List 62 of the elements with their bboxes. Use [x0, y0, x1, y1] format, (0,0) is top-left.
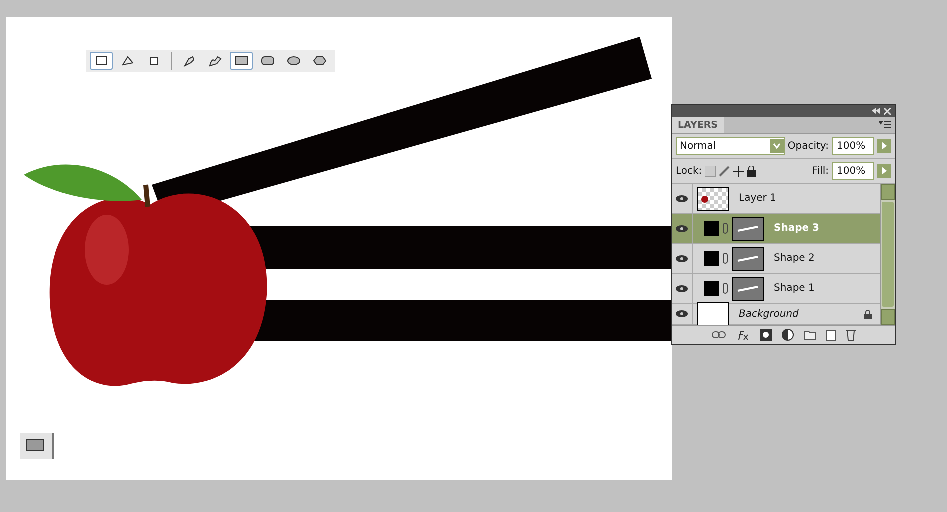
- fill-label: Fill:: [812, 166, 829, 176]
- move-icon[interactable]: [733, 166, 744, 176]
- lock-icon[interactable]: [747, 166, 756, 176]
- link-icon: [723, 253, 728, 264]
- layer-row[interactable]: Shape 2: [672, 244, 880, 274]
- color-swatch: [704, 251, 719, 266]
- link-icon: [723, 283, 728, 294]
- ellipse-icon: [286, 55, 300, 67]
- opacity-field[interactable]: 100%: [832, 137, 874, 155]
- line-shape-icon: [736, 224, 760, 232]
- mask-icon[interactable]: [760, 329, 772, 341]
- layer-row[interactable]: Layer 1: [672, 184, 880, 214]
- layer-name: Background: [739, 308, 799, 320]
- trash-icon[interactable]: [846, 329, 856, 341]
- layer-name: Shape 2: [774, 253, 815, 264]
- eye-icon[interactable]: [676, 194, 688, 202]
- eye-icon[interactable]: [676, 254, 688, 262]
- triangle-right-icon: [882, 142, 886, 150]
- layer-row[interactable]: Background: [672, 304, 880, 325]
- opacity-label: Opacity:: [788, 140, 829, 152]
- layer-row[interactable]: Shape 1: [672, 274, 880, 304]
- color-swatch: [704, 281, 719, 296]
- triangle-right-icon: [882, 167, 886, 175]
- polygon-icon: [312, 55, 326, 67]
- rectangle-icon: [234, 55, 248, 67]
- fill-arrow-button[interactable]: [877, 164, 891, 178]
- fill-field[interactable]: 100%: [832, 162, 874, 180]
- tool-preset-button[interactable]: [20, 433, 54, 459]
- layer-name: Shape 3: [774, 223, 820, 234]
- layer-name: Shape 1: [774, 283, 815, 294]
- scrollbar[interactable]: [880, 184, 895, 325]
- layer-name: Layer 1: [739, 193, 776, 204]
- new-layer-icon[interactable]: [826, 330, 836, 340]
- adjustment-icon[interactable]: [782, 329, 794, 341]
- line-shape-icon: [736, 284, 760, 292]
- line-shape-icon: [736, 254, 760, 262]
- tool-button[interactable]: [90, 52, 113, 70]
- tool-button[interactable]: [230, 52, 253, 70]
- lock-icon: [864, 310, 872, 318]
- folder-icon[interactable]: [804, 330, 816, 340]
- layer-thumbnail: [697, 302, 729, 325]
- link-icon[interactable]: [712, 331, 726, 339]
- pen-icon: [182, 55, 196, 67]
- rectangle-icon: [25, 438, 47, 454]
- fx-icon[interactable]: [736, 329, 750, 341]
- eye-icon[interactable]: [676, 284, 688, 292]
- lock-label: Lock:: [676, 166, 702, 176]
- panel-menu-icon[interactable]: [879, 121, 891, 129]
- eye-icon[interactable]: [676, 224, 688, 232]
- link-icon: [723, 223, 728, 234]
- color-swatch: [704, 221, 719, 236]
- layers-tab[interactable]: LAYERS: [672, 117, 724, 133]
- eye-icon[interactable]: [676, 310, 688, 318]
- collapse-icon[interactable]: [872, 106, 880, 116]
- apple-icon: [701, 194, 709, 202]
- close-icon[interactable]: [884, 108, 891, 114]
- blend-mode-dropdown[interactable]: Normal: [676, 137, 785, 155]
- freeform-pen-icon: [208, 55, 222, 67]
- chevron-down-icon: [772, 143, 781, 149]
- opacity-arrow-button[interactable]: [877, 139, 891, 153]
- brush-icon[interactable]: [719, 166, 730, 176]
- rounded-rectangle-icon: [260, 55, 274, 67]
